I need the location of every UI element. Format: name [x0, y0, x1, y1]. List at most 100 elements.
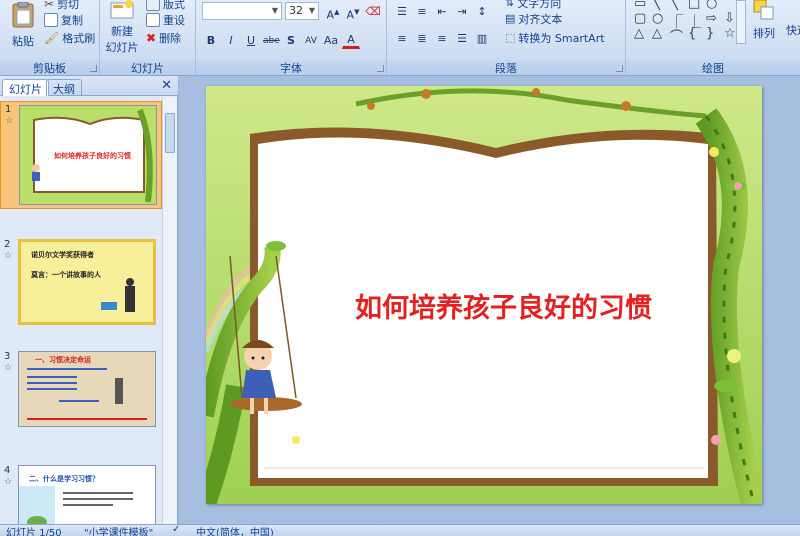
right-arrow-shape-icon[interactable]: ⇨ — [706, 11, 717, 26]
align-text-icon: ▤ — [505, 12, 516, 25]
grow-font-button[interactable]: A▲ — [324, 2, 342, 22]
rectangle-shape-icon[interactable]: ▭ — [634, 0, 646, 11]
arrange-icon — [753, 0, 774, 20]
format-painter-button[interactable]: 🖌 格式刷 — [44, 29, 95, 46]
copy-label: 复制 — [61, 13, 83, 27]
paste-button[interactable]: 粘贴 — [6, 1, 40, 49]
delete-icon: ✖ — [146, 30, 157, 45]
clipboard-launcher[interactable] — [90, 65, 97, 72]
arrow-shape-icon[interactable]: ╲ — [670, 0, 678, 11]
tab-slides[interactable]: 幻灯片 — [2, 79, 49, 96]
align-right-button[interactable]: ≡ — [433, 29, 451, 47]
bullets-button[interactable]: ☰ — [393, 2, 411, 20]
clipboard-group: 粘贴 ✂ 剪切 复制 🖌 格式刷 剪贴板 — [0, 0, 100, 75]
scrollbar-thumb[interactable] — [165, 113, 175, 153]
increase-indent-button[interactable]: ⇥ — [453, 2, 471, 20]
drawing-group: ▭ ╲ ╲ □ ○ ▢ ○ ⎾ ⎿ ⇨ ⇩ △ △ ⌒ { } ☆ 排列 快 绘… — [626, 0, 800, 75]
align-text-button[interactable]: ▤ 对齐文本 — [505, 10, 562, 27]
align-center-button[interactable]: ≣ — [413, 29, 431, 47]
underline-button[interactable]: U — [242, 31, 260, 49]
tab-outline[interactable]: 大纲 — [46, 79, 82, 96]
thumbnail-scrollbar[interactable] — [162, 97, 177, 524]
slide-number: 3 — [4, 351, 11, 362]
format-painter-icon: 🖌 — [44, 30, 60, 45]
shapes-gallery[interactable]: ▭ ╲ ╲ □ ○ ▢ ○ ⎾ ⎿ ⇨ ⇩ △ △ ⌒ { } ☆ — [632, 0, 748, 48]
layout-label: 版式 — [163, 0, 185, 11]
theme-status: "小学课件模板" — [84, 528, 154, 536]
font-size-value: 32 — [289, 4, 303, 17]
convert-smartart-button[interactable]: ⬚ 转换为 SmartArt — [505, 29, 605, 46]
shadow-button[interactable]: S — [282, 31, 300, 49]
change-case-button[interactable]: Aa — [322, 31, 340, 49]
oval-shape-icon-2[interactable]: ○ — [652, 11, 663, 26]
down-arrow-shape-icon[interactable]: ⇩ — [724, 11, 735, 26]
new-slide-button[interactable]: 新建 幻灯片 — [102, 0, 142, 55]
bold-button[interactable]: B — [202, 31, 220, 49]
shapes-scroll[interactable] — [736, 0, 746, 44]
arrange-button[interactable]: 排列 — [750, 0, 778, 41]
line-spacing-button[interactable]: ↕ — [473, 2, 491, 20]
reset-button[interactable]: 重设 — [146, 11, 185, 28]
oval-shape-icon[interactable]: ○ — [706, 0, 717, 11]
paste-icon — [12, 1, 34, 28]
spell-check-icon[interactable]: ✓ — [172, 524, 180, 535]
copy-button[interactable]: 复制 — [44, 11, 83, 28]
strikethrough-button[interactable]: abe — [262, 31, 280, 49]
new-slide-icon — [110, 0, 134, 19]
status-bar: 幻灯片 1/50 "小学课件模板" ✓ 中文(简体，中国) — [0, 524, 800, 536]
brace-right-icon[interactable]: } — [706, 26, 714, 41]
align-left-button[interactable]: ≡ — [393, 29, 411, 47]
animation-star-icon: ☆ — [4, 477, 13, 487]
convert-smartart-label: 转换为 SmartArt — [518, 31, 605, 45]
quick-styles-button[interactable]: 快速 — [782, 22, 800, 38]
slide-thumbnail-3[interactable]: 3 ☆ 一、习惯决定命运 — [0, 349, 162, 429]
star-shape-icon[interactable]: ☆ — [724, 26, 736, 41]
layout-icon — [146, 0, 160, 11]
slide-1-preview: 如何培养孩子良好的习惯 — [19, 105, 157, 205]
slide-4-preview: 二、什么是学习习惯？ — [18, 465, 156, 524]
language-status[interactable]: 中文(简体，中国) — [196, 524, 274, 536]
slide-2-art — [101, 278, 135, 312]
slide-thumbnail-2[interactable]: 2 ☆ 诺贝尔文学奖获得者 莫言：一个讲故事的人 — [0, 237, 162, 327]
slide-2-preview: 诺贝尔文学奖获得者 莫言：一个讲故事的人 — [18, 239, 156, 325]
font-color-button[interactable]: A — [342, 31, 360, 49]
arc-shape-icon[interactable]: ⌒ — [670, 26, 683, 45]
font-size-combo[interactable]: 32 ▼ — [285, 2, 319, 20]
font-name-combo[interactable]: ▼ — [202, 2, 282, 20]
paragraph-launcher[interactable] — [616, 65, 623, 72]
slide-3-preview: 一、习惯决定命运 — [18, 351, 156, 427]
text-direction-label: 文字方向 — [517, 0, 562, 10]
drawing-group-label: 绘图 — [626, 60, 800, 75]
cut-label: 剪切 — [57, 0, 80, 11]
decrease-indent-button[interactable]: ⇤ — [433, 2, 451, 20]
rounded-rect-shape-icon[interactable]: ▢ — [634, 11, 646, 26]
font-group: ▼ 32 ▼ A▲ A▼ ⌫ B I U abe S AV Aa A 字体 — [196, 0, 387, 75]
current-slide[interactable]: 如何培养孩子良好的习惯 — [206, 86, 762, 504]
line-shape-icon[interactable]: ╲ — [652, 0, 660, 11]
list-buttons: ☰ ≡ ⇤ ⇥ ↕ — [393, 2, 491, 20]
columns-button[interactable]: ▥ — [473, 29, 491, 47]
justify-button[interactable]: ☰ — [453, 29, 471, 47]
delete-slide-button[interactable]: ✖ 删除 — [146, 29, 181, 46]
clear-format-button[interactable]: ⌫ — [364, 2, 382, 20]
numbering-button[interactable]: ≡ — [413, 2, 431, 20]
font-launcher[interactable] — [377, 65, 384, 72]
animation-star-icon: ☆ — [5, 116, 14, 126]
square-shape-icon[interactable]: □ — [688, 0, 700, 11]
slide-thumbnail-4[interactable]: 4 ☆ 二、什么是学习习惯？ — [0, 463, 162, 524]
triangle-shape-icon-2[interactable]: △ — [652, 26, 662, 41]
italic-button[interactable]: I — [222, 31, 240, 49]
slides-outline-pane: 幻灯片 大纲 ✕ 1 ☆ 如何培养孩子良好的习惯 2 ☆ 诺贝尔文学奖获得者 莫… — [0, 76, 178, 524]
text-direction-icon: ⇅ — [505, 0, 515, 9]
brace-left-icon[interactable]: { — [688, 26, 696, 41]
triangle-shape-icon[interactable]: △ — [634, 26, 644, 41]
char-spacing-button[interactable]: AV — [302, 31, 320, 49]
animation-star-icon: ☆ — [4, 363, 13, 373]
paragraph-group-label: 段落 — [387, 60, 625, 75]
slide-number: 4 — [4, 465, 11, 476]
format-painter-label: 格式刷 — [62, 31, 96, 45]
shrink-font-button[interactable]: A▼ — [344, 2, 362, 22]
slide-title[interactable]: 如何培养孩子良好的习惯 — [326, 286, 681, 325]
close-icon[interactable]: ✕ — [161, 78, 172, 93]
slide-thumbnail-1[interactable]: 1 ☆ 如何培养孩子良好的习惯 — [0, 101, 162, 209]
